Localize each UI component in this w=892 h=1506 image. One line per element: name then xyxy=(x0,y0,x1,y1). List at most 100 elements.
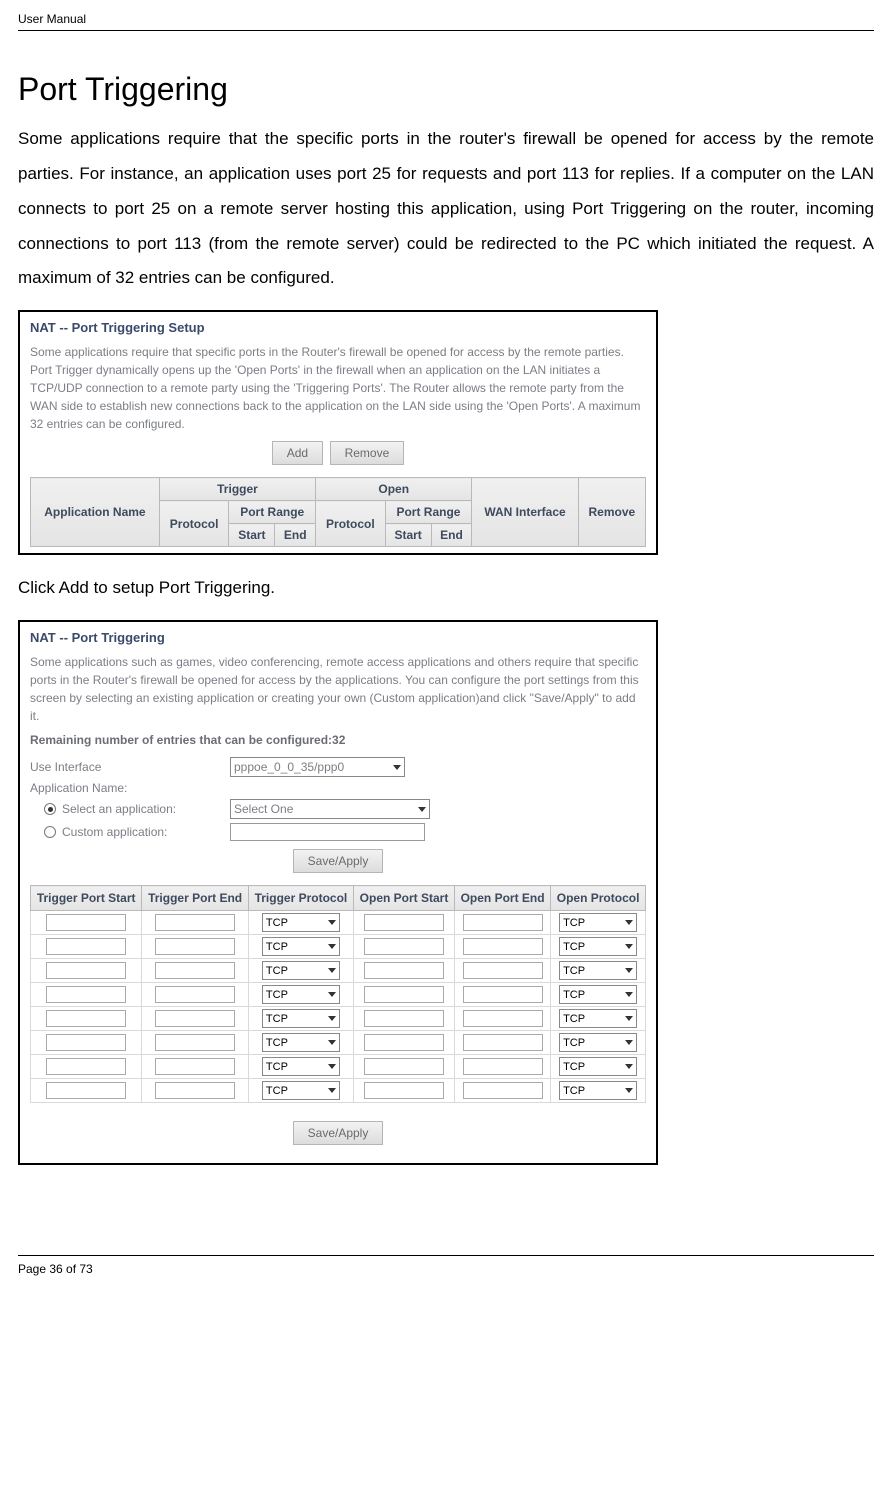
select-application-label: Select an application: xyxy=(62,802,230,816)
trigger-port-end-input[interactable] xyxy=(155,1058,235,1075)
open-port-start-input[interactable] xyxy=(364,938,444,955)
open-protocol-select[interactable]: TCP xyxy=(559,1033,637,1052)
remove-button[interactable]: Remove xyxy=(330,441,405,465)
save-apply-button-top[interactable]: Save/Apply xyxy=(293,849,384,873)
chevron-down-icon xyxy=(625,944,633,949)
remaining-entries: Remaining number of entries that can be … xyxy=(30,733,646,747)
trigger-port-end-input[interactable] xyxy=(155,1010,235,1027)
custom-application-input[interactable] xyxy=(230,823,425,841)
protocol-value: TCP xyxy=(563,965,585,977)
open-port-start-input[interactable] xyxy=(364,1034,444,1051)
custom-application-label: Custom application: xyxy=(62,825,230,839)
open-port-end-input[interactable] xyxy=(463,914,543,931)
chevron-down-icon xyxy=(625,968,633,973)
chevron-down-icon xyxy=(328,992,336,997)
protocol-value: TCP xyxy=(266,1085,288,1097)
select-application-dropdown[interactable]: Select One xyxy=(230,799,430,819)
trigger-port-end-input[interactable] xyxy=(155,962,235,979)
trigger-port-end-input[interactable] xyxy=(155,986,235,1003)
protocol-value: TCP xyxy=(266,965,288,977)
open-protocol-select[interactable]: TCP xyxy=(559,937,637,956)
trigger-protocol-select[interactable]: TCP xyxy=(262,913,340,932)
trigger-protocol-select[interactable]: TCP xyxy=(262,1081,340,1100)
col-trigger-protocol: Trigger Protocol xyxy=(248,886,353,911)
open-port-end-input[interactable] xyxy=(463,1010,543,1027)
trigger-port-end-input[interactable] xyxy=(155,938,235,955)
trigger-port-end-input[interactable] xyxy=(155,1034,235,1051)
trigger-protocol-select[interactable]: TCP xyxy=(262,1009,340,1028)
open-port-start-input[interactable] xyxy=(364,986,444,1003)
trigger-port-start-input[interactable] xyxy=(46,914,126,931)
use-interface-select[interactable]: pppoe_0_0_35/ppp0 xyxy=(230,757,405,777)
chevron-down-icon xyxy=(625,1064,633,1069)
trigger-port-start-input[interactable] xyxy=(46,962,126,979)
open-protocol-select[interactable]: TCP xyxy=(559,1057,637,1076)
open-protocol-select[interactable]: TCP xyxy=(559,1009,637,1028)
screenshot-port-triggering-setup: NAT -- Port Triggering Setup Some applic… xyxy=(18,310,658,555)
open-port-start-input[interactable] xyxy=(364,1058,444,1075)
trigger-port-start-input[interactable] xyxy=(46,1082,126,1099)
open-port-end-input[interactable] xyxy=(463,986,543,1003)
chevron-down-icon xyxy=(328,1088,336,1093)
trigger-port-start-input[interactable] xyxy=(46,1058,126,1075)
chevron-down-icon xyxy=(328,920,336,925)
table-row: TCP TCP xyxy=(31,983,646,1007)
save-apply-button-bottom[interactable]: Save/Apply xyxy=(293,1121,384,1145)
col-wan: WAN Interface xyxy=(472,478,578,547)
protocol-value: TCP xyxy=(563,1085,585,1097)
table-row: TCP TCP xyxy=(31,911,646,935)
chevron-down-icon xyxy=(625,1088,633,1093)
open-port-end-input[interactable] xyxy=(463,1034,543,1051)
chevron-down-icon xyxy=(625,920,633,925)
chevron-down-icon xyxy=(328,1064,336,1069)
ss2-title: NAT -- Port Triggering xyxy=(30,630,646,645)
open-port-start-input[interactable] xyxy=(364,914,444,931)
trigger-protocol-select[interactable]: TCP xyxy=(262,1033,340,1052)
col-trigger-port-end: Trigger Port End xyxy=(142,886,249,911)
chevron-down-icon xyxy=(625,1016,633,1021)
app-name-label: Application Name: xyxy=(30,781,230,795)
open-protocol-select[interactable]: TCP xyxy=(559,913,637,932)
open-port-end-input[interactable] xyxy=(463,1058,543,1075)
protocol-value: TCP xyxy=(563,1013,585,1025)
open-protocol-select[interactable]: TCP xyxy=(559,1081,637,1100)
trigger-port-start-input[interactable] xyxy=(46,938,126,955)
col-open-port-start: Open Port Start xyxy=(354,886,455,911)
trigger-protocol-select[interactable]: TCP xyxy=(262,1057,340,1076)
protocol-value: TCP xyxy=(266,917,288,929)
protocol-value: TCP xyxy=(563,917,585,929)
col-trigger-protocol: Protocol xyxy=(159,501,228,547)
open-port-start-input[interactable] xyxy=(364,1082,444,1099)
trigger-protocol-select[interactable]: TCP xyxy=(262,961,340,980)
trigger-port-start-input[interactable] xyxy=(46,986,126,1003)
chevron-down-icon xyxy=(328,968,336,973)
trigger-protocol-select[interactable]: TCP xyxy=(262,937,340,956)
protocol-value: TCP xyxy=(563,989,585,1001)
trigger-port-start-input[interactable] xyxy=(46,1010,126,1027)
protocol-value: TCP xyxy=(563,941,585,953)
triggering-setup-table: Application Name Trigger Open WAN Interf… xyxy=(30,477,646,547)
chevron-down-icon xyxy=(625,992,633,997)
open-port-end-input[interactable] xyxy=(463,938,543,955)
radio-custom-application[interactable] xyxy=(44,826,56,838)
open-port-end-input[interactable] xyxy=(463,962,543,979)
add-button[interactable]: Add xyxy=(272,441,323,465)
trigger-port-end-input[interactable] xyxy=(155,1082,235,1099)
open-protocol-select[interactable]: TCP xyxy=(559,961,637,980)
open-protocol-select[interactable]: TCP xyxy=(559,985,637,1004)
trigger-port-start-input[interactable] xyxy=(46,1034,126,1051)
table-row: TCP TCP xyxy=(31,1007,646,1031)
ss2-desc: Some applications such as games, video c… xyxy=(30,653,646,725)
open-port-start-input[interactable] xyxy=(364,1010,444,1027)
ss1-title: NAT -- Port Triggering Setup xyxy=(30,320,646,335)
radio-select-application[interactable] xyxy=(44,803,56,815)
trigger-port-end-input[interactable] xyxy=(155,914,235,931)
col-open-port-end: Open Port End xyxy=(455,886,551,911)
col-open-protocol: Open Protocol xyxy=(551,886,646,911)
trigger-protocol-select[interactable]: TCP xyxy=(262,985,340,1004)
open-port-start-input[interactable] xyxy=(364,962,444,979)
page-footer: Page 36 of 73 xyxy=(18,1255,874,1276)
open-port-end-input[interactable] xyxy=(463,1082,543,1099)
chevron-down-icon xyxy=(393,765,401,770)
col-open-portrange: Port Range xyxy=(385,501,472,524)
